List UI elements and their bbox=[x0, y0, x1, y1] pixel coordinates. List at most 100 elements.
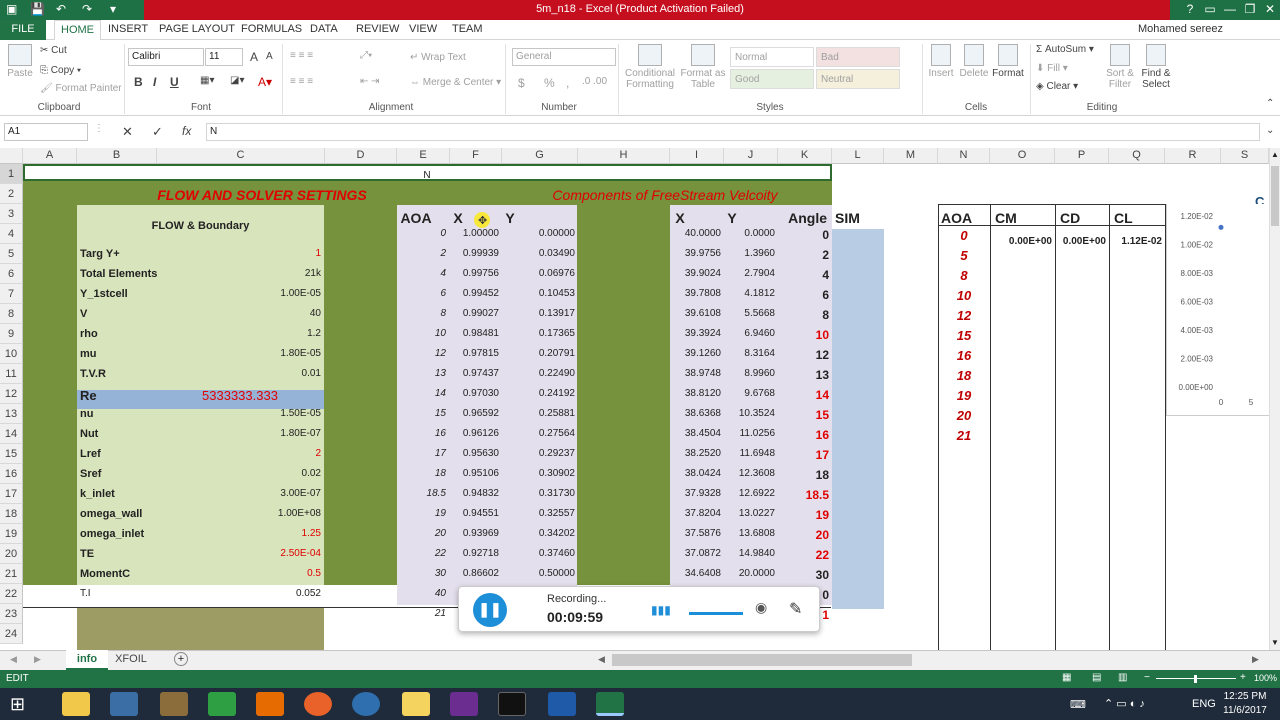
aoa-cell[interactable]: 16 bbox=[397, 424, 449, 444]
firefox-icon[interactable] bbox=[304, 692, 332, 716]
zoom-in-icon[interactable]: + bbox=[1240, 672, 1246, 683]
confirm-entry-icon[interactable]: ✓ bbox=[152, 124, 163, 140]
setting-label[interactable]: MomentC bbox=[77, 564, 197, 584]
aoa-cell[interactable]: 17 bbox=[397, 444, 449, 464]
setting-label[interactable]: mu bbox=[77, 344, 197, 364]
y-component-cell[interactable]: 0.25881 bbox=[502, 404, 578, 424]
scroll-right-icon[interactable]: ▶ bbox=[1252, 654, 1259, 665]
formula-input[interactable]: N bbox=[206, 123, 1260, 141]
angle-cell[interactable]: 17 bbox=[778, 444, 832, 464]
name-box[interactable]: A1 bbox=[4, 123, 88, 141]
results-aoa-cell[interactable]: 18 bbox=[938, 364, 990, 384]
copy-button[interactable]: ⎘ Copy ▾ bbox=[40, 65, 81, 76]
format-painter-button[interactable]: 🖌 Format Painter bbox=[40, 83, 122, 94]
setting-value[interactable]: 5333333.333 bbox=[160, 384, 320, 404]
y-component-cell[interactable]: 0.10453 bbox=[502, 284, 578, 304]
y-velocity-cell[interactable]: 6.9460 bbox=[724, 324, 778, 344]
fill-button[interactable]: ⬇ Fill ▾ bbox=[1036, 63, 1068, 74]
cd-header[interactable]: CD bbox=[1057, 206, 1107, 228]
row-header[interactable]: 19 bbox=[0, 524, 23, 544]
shrink-font-button[interactable]: A bbox=[266, 51, 273, 62]
setting-label[interactable]: Sref bbox=[77, 464, 197, 484]
sort-filter-button[interactable]: Sort & Filter bbox=[1100, 44, 1140, 90]
y-velocity-cell[interactable]: 2.7904 bbox=[724, 264, 778, 284]
x-velocity-cell[interactable]: 37.0872 bbox=[670, 544, 724, 564]
angle-cell[interactable]: 8 bbox=[778, 304, 832, 324]
row-header[interactable]: 2 bbox=[0, 184, 23, 204]
style-neutral[interactable]: Neutral bbox=[816, 69, 900, 89]
column-header[interactable]: L bbox=[832, 148, 884, 164]
y-component-cell[interactable]: 0.32557 bbox=[502, 504, 578, 524]
column-header[interactable]: F bbox=[450, 148, 502, 164]
y-component-cell[interactable]: 0.13917 bbox=[502, 304, 578, 324]
angle-cell[interactable]: 18 bbox=[778, 464, 832, 484]
column-header[interactable]: O bbox=[990, 148, 1055, 164]
setting-value[interactable]: 1.2 bbox=[200, 324, 324, 344]
next-sheet-icon[interactable]: ▶ bbox=[34, 654, 41, 665]
cl-value[interactable]: 1.12E-02 bbox=[1109, 232, 1165, 252]
x-velocity-cell[interactable]: 40.0000 bbox=[670, 224, 724, 244]
y-component-cell[interactable]: 0.17365 bbox=[502, 324, 578, 344]
style-normal[interactable]: Normal bbox=[730, 47, 814, 67]
x-component-cell[interactable]: 0.96126 bbox=[450, 424, 502, 444]
format-as-table-button[interactable]: Format as Table bbox=[680, 44, 726, 90]
restore-icon[interactable]: ❐ bbox=[1240, 2, 1260, 16]
file-explorer-icon[interactable] bbox=[62, 692, 90, 716]
fill-color-icon[interactable]: ◪▾ bbox=[230, 75, 244, 86]
folder-icon[interactable] bbox=[402, 692, 430, 716]
row-header[interactable]: 10 bbox=[0, 344, 23, 364]
row-header[interactable]: 5 bbox=[0, 244, 23, 264]
angle-cell[interactable]: 30 bbox=[778, 564, 832, 584]
conditional-formatting-button[interactable]: Conditional Formatting bbox=[622, 44, 678, 90]
x-velocity-cell[interactable]: 34.6408 bbox=[670, 564, 724, 584]
align-top-icon[interactable]: ≡ ≡ ≡ bbox=[290, 50, 313, 61]
y-velocity-cell[interactable]: 13.6808 bbox=[724, 524, 778, 544]
clear-button[interactable]: ◈ Clear ▾ bbox=[1036, 81, 1078, 92]
setting-label[interactable]: T.I bbox=[77, 584, 197, 604]
aoa-cell[interactable]: 2 bbox=[397, 244, 449, 264]
cancel-entry-icon[interactable]: ✕ bbox=[122, 124, 133, 140]
column-header[interactable]: E bbox=[397, 148, 450, 164]
y-velocity-cell[interactable]: 0.0000 bbox=[724, 224, 778, 244]
insert-function-button[interactable]: fx bbox=[182, 124, 191, 138]
y-component-cell[interactable]: 0.20791 bbox=[502, 344, 578, 364]
row-header[interactable]: 17 bbox=[0, 484, 23, 504]
sheet-tab-info[interactable]: info bbox=[66, 650, 108, 670]
tab-view[interactable]: VIEW bbox=[409, 23, 437, 35]
setting-label[interactable]: Targ Y+ bbox=[77, 244, 197, 264]
y-component-cell[interactable]: 0.34202 bbox=[502, 524, 578, 544]
scroll-up-icon[interactable]: ▲ bbox=[1271, 150, 1279, 159]
row-header[interactable]: 12 bbox=[0, 384, 23, 404]
angle-cell[interactable]: 12 bbox=[778, 344, 832, 364]
aoa-cell[interactable]: 30 bbox=[397, 564, 449, 584]
setting-label[interactable]: Total Elements bbox=[77, 264, 197, 284]
x-component-cell[interactable]: 0.99027 bbox=[450, 304, 502, 324]
x-component-cell[interactable]: 0.96592 bbox=[450, 404, 502, 424]
column-header[interactable]: H bbox=[578, 148, 670, 164]
setting-label[interactable]: V bbox=[77, 304, 197, 324]
column-header[interactable]: D bbox=[325, 148, 397, 164]
autosum-button[interactable]: Σ AutoSum ▾ bbox=[1036, 44, 1094, 55]
angle-cell[interactable]: 10 bbox=[778, 324, 832, 344]
globe-icon[interactable] bbox=[352, 692, 380, 716]
column-header[interactable]: M bbox=[884, 148, 938, 164]
font-color-icon[interactable]: A▾ bbox=[258, 75, 272, 89]
scroll-left-icon[interactable]: ◀ bbox=[598, 654, 605, 665]
angle-cell[interactable]: 20 bbox=[778, 524, 832, 544]
cm-value[interactable]: 0.00E+00 bbox=[990, 232, 1055, 252]
number-format-select[interactable]: General bbox=[512, 48, 616, 66]
x-velocity-cell[interactable]: 38.9748 bbox=[670, 364, 724, 384]
angle-cell[interactable]: 6 bbox=[778, 284, 832, 304]
column-header[interactable]: G bbox=[502, 148, 578, 164]
column-header[interactable]: S bbox=[1221, 148, 1269, 164]
column-header[interactable]: C bbox=[157, 148, 325, 164]
aoa-cell[interactable]: 4 bbox=[397, 264, 449, 284]
y-velocity-cell[interactable]: 8.9960 bbox=[724, 364, 778, 384]
results-aoa-cell[interactable]: 12 bbox=[938, 304, 990, 324]
setting-value[interactable]: 0.052 bbox=[200, 584, 324, 604]
help-button[interactable]: ? bbox=[1180, 2, 1200, 16]
column-header[interactable]: K bbox=[778, 148, 832, 164]
y-velocity-cell[interactable]: 12.3608 bbox=[724, 464, 778, 484]
minimize-icon[interactable]: — bbox=[1220, 2, 1240, 16]
row-header[interactable]: 7 bbox=[0, 284, 23, 304]
